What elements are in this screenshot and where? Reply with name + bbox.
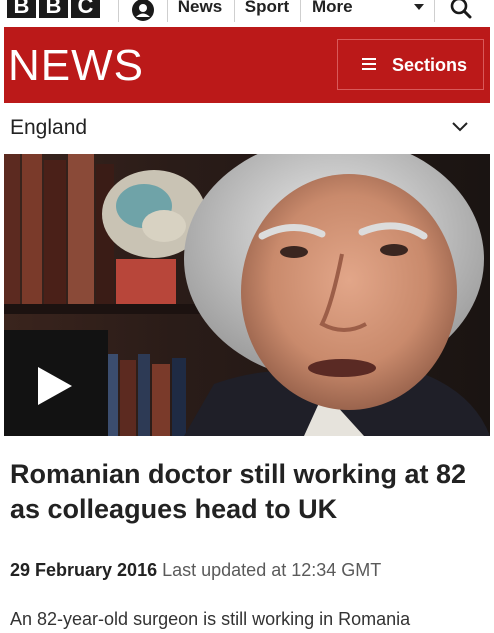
news-header: NEWS Sections (4, 27, 490, 103)
account-button[interactable] (118, 0, 168, 22)
article-summary: An 82-year-old surgeon is still working … (10, 609, 411, 629)
chevron-down-icon (452, 122, 468, 132)
nav-more[interactable]: More (300, 0, 435, 22)
bbc-logo-letter: B (7, 0, 36, 18)
search-button[interactable] (436, 0, 486, 22)
last-updated-label: Last updated at (162, 560, 287, 580)
page: B B C News Sport More NEWS Sections Engl… (0, 0, 494, 633)
sections-label: Sections (392, 55, 468, 75)
menu-icon (362, 58, 376, 70)
play-button[interactable] (4, 330, 108, 436)
nav-news[interactable]: News (166, 0, 235, 22)
nav-sport[interactable]: Sport (234, 0, 301, 22)
article-video[interactable] (4, 154, 490, 436)
last-updated-time: 12:34 GMT (291, 560, 382, 580)
bbc-logo-letter: B (39, 0, 68, 18)
nav-more-label: More (312, 0, 353, 16)
bbc-top-bar: B B C News Sport More (0, 0, 494, 23)
region-label: England (10, 116, 88, 139)
article-headline: Romanian doctor still working at 82 as c… (10, 459, 467, 524)
sections-button[interactable]: Sections (337, 39, 484, 90)
article-dateline: 29 February 2016 Last updated at 12:34 G… (10, 558, 381, 582)
chevron-down-icon (414, 4, 424, 10)
region-selector[interactable]: England (4, 103, 490, 154)
bbc-logo[interactable]: B B C (7, 0, 100, 18)
play-icon (38, 367, 72, 405)
account-icon (132, 0, 154, 21)
article-date: 29 February 2016 (10, 560, 158, 580)
bbc-logo-letter: C (71, 0, 100, 18)
search-icon (450, 0, 472, 19)
news-title[interactable]: NEWS (8, 43, 144, 89)
